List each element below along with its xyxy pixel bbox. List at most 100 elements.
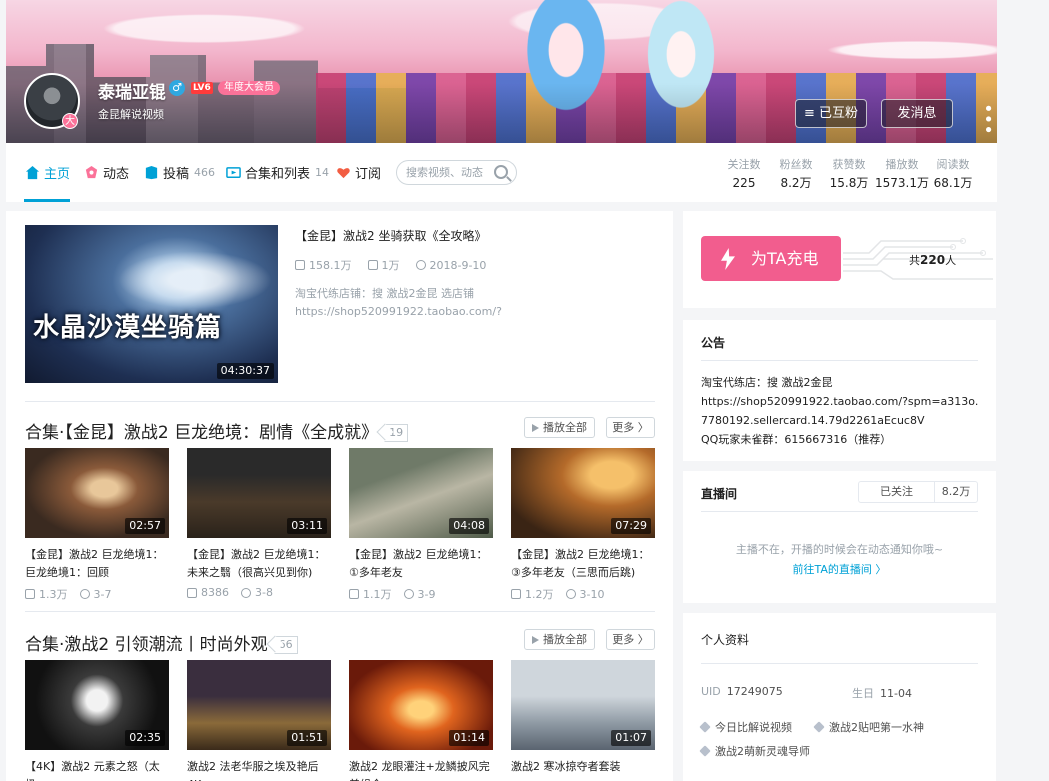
notice-panel: 公告 淘宝代练店：搜 激战2金昆 https://shop520991922.t…: [683, 320, 996, 461]
meta-plays-value: 8386: [201, 586, 229, 599]
video-title[interactable]: 【金昆】激战2 巨龙绝境1：巨龙绝境1：回顾: [25, 546, 169, 582]
video-title[interactable]: 【金昆】激战2 巨龙绝境1：未来之翳（很高兴见到你): [187, 546, 331, 582]
video-card[interactable]: 01:07 激战2 寒冰掠夺者套装: [511, 660, 655, 781]
followed-button[interactable]: 已关注: [859, 482, 935, 502]
tab-collections-count: 14: [315, 165, 330, 179]
video-thumbnail[interactable]: 03:11: [187, 448, 331, 538]
collections-icon: [226, 166, 241, 178]
search-input[interactable]: 搜索视频、动态: [396, 160, 517, 185]
meta-plays: 158.1万: [295, 257, 352, 273]
thumbnail-caption: 水晶沙漠坐骑篇: [33, 313, 223, 343]
stat-following[interactable]: 关注数 225: [724, 157, 764, 193]
profile-tag[interactable]: 今日比解说视频: [699, 719, 792, 735]
divider: [25, 401, 655, 402]
video-meta: 8386 3-8: [187, 586, 331, 599]
tab-dynamic[interactable]: 动态: [84, 163, 130, 182]
user-name: 泰瑞亚锟: [98, 83, 166, 103]
birthday-row: 生日 11-04: [852, 685, 912, 701]
video-card[interactable]: 04:08 【金昆】激战2 巨龙绝境1：①多年老友 1.1万 3-9: [349, 448, 493, 602]
featured-video-title[interactable]: 【金昆】激战2 坐骑获取《全攻略》: [295, 227, 486, 244]
stat-label: 播放数: [885, 158, 919, 171]
video-thumbnail[interactable]: 01:51: [187, 660, 331, 750]
collection-title[interactable]: 合集·【金昆】激战2 巨龙绝境：剧情《全成就》 19: [25, 418, 409, 443]
live-title: 直播间: [701, 487, 738, 501]
video-card[interactable]: 02:57 【金昆】激战2 巨龙绝境1：巨龙绝境1：回顾 1.3万 3-7: [25, 448, 169, 602]
tab-home[interactable]: 主页: [25, 163, 70, 182]
follow-group[interactable]: 已关注 8.2万: [858, 481, 978, 503]
follow-count: 8.2万: [941, 485, 971, 498]
video-thumbnail[interactable]: 01:07: [511, 660, 655, 750]
stat-label: 关注数: [727, 158, 761, 171]
tab-uploads[interactable]: 投稿 466: [144, 163, 215, 182]
video-thumbnail[interactable]: 07:29: [511, 448, 655, 538]
meta-date: 3-9: [403, 586, 435, 602]
friend-button-label: 已互粉: [819, 106, 859, 121]
stat-followers[interactable]: 粉丝数 8.2万: [776, 157, 816, 193]
more-button[interactable]: 更多 〉: [606, 629, 655, 650]
play-all-button[interactable]: 播放全部: [524, 417, 595, 438]
featured-video-thumbnail[interactable]: 水晶沙漠坐骑篇 04:30:37: [25, 225, 278, 383]
message-button[interactable]: 发消息: [881, 99, 953, 128]
video-title[interactable]: 【金昆】激战2 巨龙绝境1：③多年老友（三思而后跳): [511, 546, 655, 582]
notice-line: QQ玩家未雀群：615667316（推荐）: [701, 433, 892, 446]
tab-collections-label: 合集和列表: [245, 166, 311, 182]
meta-plays-value: 1.2万: [525, 588, 554, 601]
uploads-icon: [145, 165, 158, 179]
collection-title[interactable]: 合集·激战2 引领潮流丨时尚外观 66: [25, 630, 298, 655]
profile-tag[interactable]: 激战2贴吧第一水神: [813, 719, 924, 735]
charge-button-label: 为TA充电: [751, 249, 819, 268]
collection-count: 66: [273, 636, 298, 654]
video-thumbnail[interactable]: 02:35: [25, 660, 169, 750]
profile-nav: 主页 动态 投稿 466 合集和列表 14 订阅 搜索视频、动态 关注数 225…: [6, 143, 997, 202]
tag-icon: [699, 745, 711, 757]
meta-plays: 8386: [187, 586, 229, 599]
search-placeholder: 搜索视频、动态: [406, 166, 483, 179]
tab-dynamic-label: 动态: [103, 166, 130, 182]
play-count-icon: [187, 587, 197, 598]
video-duration: 01:14: [449, 730, 489, 746]
video-title[interactable]: 【金昆】激战2 巨龙绝境1：①多年老友: [349, 546, 493, 582]
video-title[interactable]: 激战2 法老华服之埃及艳后 4K: [187, 758, 331, 781]
video-card[interactable]: 01:14 激战2 龙眼灌注+龙鳞披风完美组合: [349, 660, 493, 781]
profile-tag[interactable]: 激战2萌新灵魂导师: [699, 743, 810, 759]
vip-badge[interactable]: 年度大会员: [218, 81, 280, 95]
video-card[interactable]: 03:11 【金昆】激战2 巨龙绝境1：未来之翳（很高兴见到你) 8386 3-8: [187, 448, 331, 599]
uid-value: 17249075: [726, 685, 783, 698]
more-options-icon[interactable]: •••: [977, 103, 998, 135]
tag-icon: [699, 721, 711, 733]
search-icon[interactable]: [494, 165, 508, 179]
live-room-link[interactable]: 前往TA的直播间 〉: [683, 561, 996, 577]
charge-panel: 为TA充电 共220人: [683, 211, 996, 308]
birthday-value: 11-04: [880, 687, 912, 700]
stat-likes: 获赞数 15.8万: [826, 157, 872, 193]
more-label: 更多: [612, 633, 635, 646]
meta-date-value: 3-7: [93, 587, 112, 601]
tab-collections[interactable]: 合集和列表 14: [226, 163, 330, 182]
tab-uploads-label: 投稿: [163, 166, 190, 182]
meta-date: 2018-9-10: [415, 257, 486, 273]
home-icon: [25, 165, 40, 179]
more-button[interactable]: 更多 〉: [606, 417, 655, 438]
charge-button[interactable]: 为TA充电: [701, 236, 841, 281]
video-card[interactable]: 02:35 【4K】激战2 元素之怒（太极: [25, 660, 169, 781]
dynamic-icon: [85, 165, 98, 178]
video-title[interactable]: 激战2 龙眼灌注+龙鳞披风完美组合: [349, 758, 493, 781]
video-card[interactable]: 07:29 【金昆】激战2 巨龙绝境1：③多年老友（三思而后跳) 1.2万 3-1…: [511, 448, 655, 602]
friend-button[interactable]: ≡ 已互粉: [795, 99, 867, 128]
video-duration: 01:07: [611, 730, 651, 746]
video-thumbnail[interactable]: 02:57: [25, 448, 169, 538]
meta-plays: 1.2万: [511, 586, 554, 602]
tag-label: 激战2贴吧第一水神: [829, 721, 924, 734]
play-all-button[interactable]: 播放全部: [524, 629, 595, 650]
video-thumbnail[interactable]: 04:08: [349, 448, 493, 538]
video-title[interactable]: 激战2 寒冰掠夺者套装: [511, 758, 655, 781]
collection-count: 19: [384, 424, 409, 442]
meta-date-value: 3-8: [255, 586, 273, 599]
video-thumbnail[interactable]: 01:14: [349, 660, 493, 750]
play-count-icon: [25, 589, 35, 599]
tab-subscriptions[interactable]: 订阅: [336, 163, 381, 182]
video-title[interactable]: 【4K】激战2 元素之怒（太极: [25, 758, 169, 781]
video-meta: 1.2万 3-10: [511, 586, 655, 602]
video-card[interactable]: 01:51 激战2 法老华服之埃及艳后 4K: [187, 660, 331, 781]
total-prefix: 共: [909, 254, 920, 267]
